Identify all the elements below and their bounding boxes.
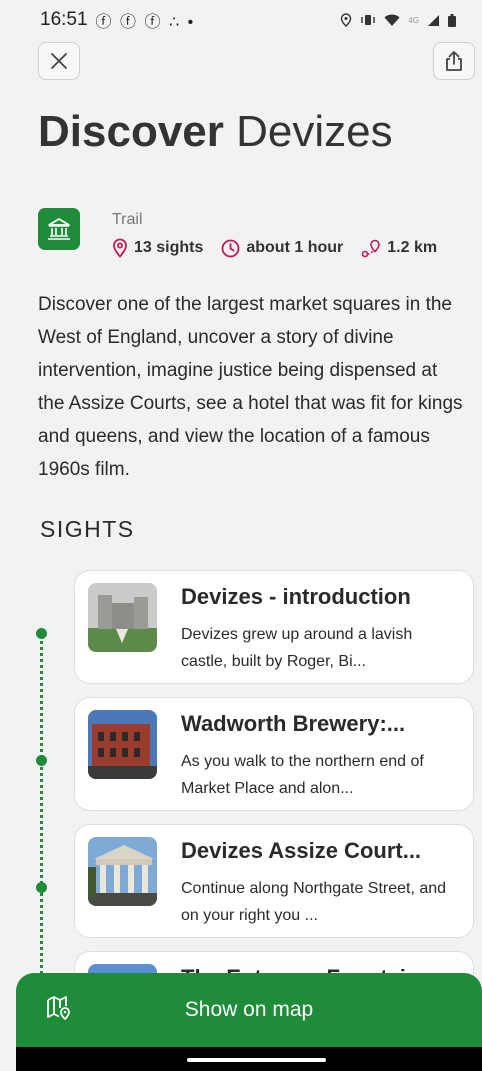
page-title: Discover Devizes bbox=[38, 104, 393, 160]
sight-card[interactable]: Devizes Assize Court... Continue along N… bbox=[74, 824, 474, 938]
sights-count-text: 13 sights bbox=[134, 239, 204, 256]
timeline-dot bbox=[36, 882, 47, 893]
system-nav-bar bbox=[16, 1047, 482, 1071]
sight-description: Continue along Northgate Street, and on … bbox=[181, 880, 447, 924]
sights-count: 13 sights bbox=[112, 238, 203, 258]
title-regular: Devizes bbox=[236, 107, 393, 156]
sight-thumbnail bbox=[88, 583, 157, 652]
timeline-line bbox=[40, 634, 43, 974]
location-pin-icon bbox=[113, 238, 127, 258]
status-bar: 16:51 ⓕ ⓕ ⓕ ∴ • 4G bbox=[0, 0, 482, 40]
sight-description: Devizes grew up around a lavish castle, … bbox=[181, 626, 413, 670]
notification-icon: ∴ bbox=[168, 14, 182, 31]
distance: 1.2 km bbox=[361, 239, 437, 258]
sights-heading: SIGHTS bbox=[40, 516, 135, 542]
close-icon bbox=[51, 53, 67, 69]
trail-type-badge bbox=[38, 208, 80, 250]
show-on-map-button[interactable]: Show on map bbox=[16, 973, 482, 1047]
status-time: 16:51 bbox=[40, 9, 88, 30]
timeline-dot bbox=[36, 755, 47, 766]
share-icon bbox=[446, 51, 462, 71]
notification-icon: ⓕ bbox=[120, 14, 139, 31]
clock-icon bbox=[221, 239, 240, 257]
sight-title: Wadworth Brewery:... bbox=[181, 711, 406, 736]
location-icon bbox=[341, 13, 352, 27]
notification-icon: ⓕ bbox=[144, 14, 163, 31]
sight-thumbnail bbox=[88, 837, 157, 906]
share-button[interactable] bbox=[433, 42, 475, 80]
trail-meta: 13 sights about 1 hour 1.2 km bbox=[112, 238, 437, 258]
sight-card[interactable]: Devizes - introduction Devizes grew up a… bbox=[74, 570, 474, 684]
building-icon bbox=[48, 218, 70, 240]
vibrate-icon bbox=[361, 15, 376, 25]
sight-card[interactable]: Wadworth Brewery:... As you walk to the … bbox=[74, 697, 474, 811]
trail-type-label: Trail bbox=[112, 211, 143, 228]
map-pin-icon bbox=[47, 996, 70, 1021]
timeline-dot bbox=[36, 628, 47, 639]
battery-icon bbox=[448, 13, 456, 27]
sight-title: Devizes - introduction bbox=[181, 584, 411, 609]
show-on-map-label: Show on map bbox=[184, 998, 314, 1021]
distance-text: 1.2 km bbox=[387, 239, 438, 256]
wifi-icon bbox=[384, 14, 400, 26]
notification-icon: ⓕ bbox=[95, 14, 114, 31]
sight-description: As you walk to the northern end of Marke… bbox=[181, 753, 424, 797]
duration-text: about 1 hour bbox=[246, 239, 344, 256]
sight-thumbnail bbox=[88, 710, 157, 779]
signal-icon bbox=[428, 14, 439, 26]
notification-icon: • bbox=[187, 14, 196, 31]
trail-description: Discover one of the largest market squar… bbox=[38, 294, 463, 480]
duration: about 1 hour bbox=[221, 239, 343, 258]
home-gesture-handle[interactable] bbox=[187, 1058, 326, 1062]
title-bold: Discover bbox=[38, 107, 224, 156]
close-button[interactable] bbox=[38, 42, 80, 80]
notification-icons: ⓕ ⓕ ⓕ ∴ • bbox=[96, 8, 196, 32]
network-label: 4G bbox=[408, 15, 419, 25]
route-icon bbox=[361, 239, 381, 257]
sight-title: Devizes Assize Court... bbox=[181, 838, 422, 863]
